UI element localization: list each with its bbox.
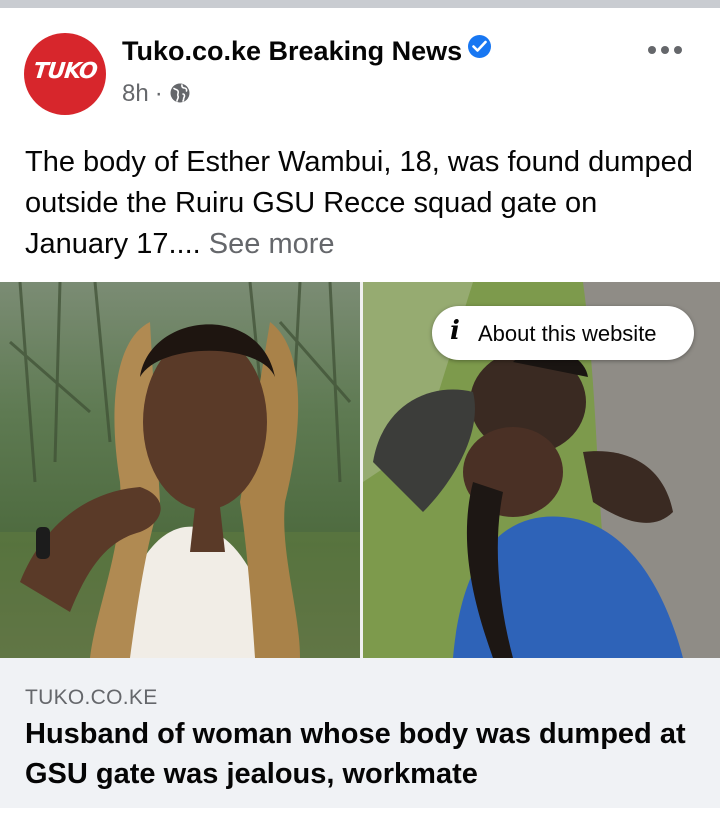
page-name: Tuko.co.ke Breaking News xyxy=(122,36,463,66)
page-avatar[interactable]: TUKO xyxy=(24,33,106,115)
caption-text: The body of Esther Wambui, 18, was found… xyxy=(25,146,693,260)
page-name-link[interactable]: Tuko.co.ke Breaking News xyxy=(122,35,492,67)
more-dot xyxy=(661,46,669,54)
post-footer-space xyxy=(0,808,720,835)
link-preview-image[interactable]: i About this website xyxy=(0,282,720,658)
photo-right: i About this website xyxy=(363,282,720,658)
more-options-button[interactable] xyxy=(640,36,690,66)
photo-left xyxy=(0,282,360,658)
about-this-website-button[interactable]: i About this website xyxy=(432,306,694,360)
link-preview-box[interactable]: TUKO.CO.KE Husband of woman whose body w… xyxy=(0,658,720,808)
verified-badge-icon xyxy=(468,35,492,58)
link-domain: TUKO.CO.KE xyxy=(25,686,158,709)
info-icon: i xyxy=(450,316,460,346)
post-caption: The body of Esther Wambui, 18, was found… xyxy=(25,142,705,265)
feed-separator xyxy=(0,0,720,8)
link-title: Husband of woman whose body was dumped a… xyxy=(25,718,686,790)
see-more-link[interactable]: See more xyxy=(209,228,335,260)
globe-icon xyxy=(170,83,190,103)
about-this-website-label: About this website xyxy=(478,321,657,346)
post-meta: 8h · xyxy=(122,80,191,108)
meta-separator: · xyxy=(154,80,163,107)
more-dot xyxy=(674,46,682,54)
avatar-logo-text: TUKO xyxy=(32,59,98,84)
post-time[interactable]: 8h xyxy=(122,80,149,107)
more-dot xyxy=(648,46,656,54)
photo-left-illustration xyxy=(0,282,360,658)
post-header: TUKO Tuko.co.ke Breaking News 8h · xyxy=(0,8,720,130)
